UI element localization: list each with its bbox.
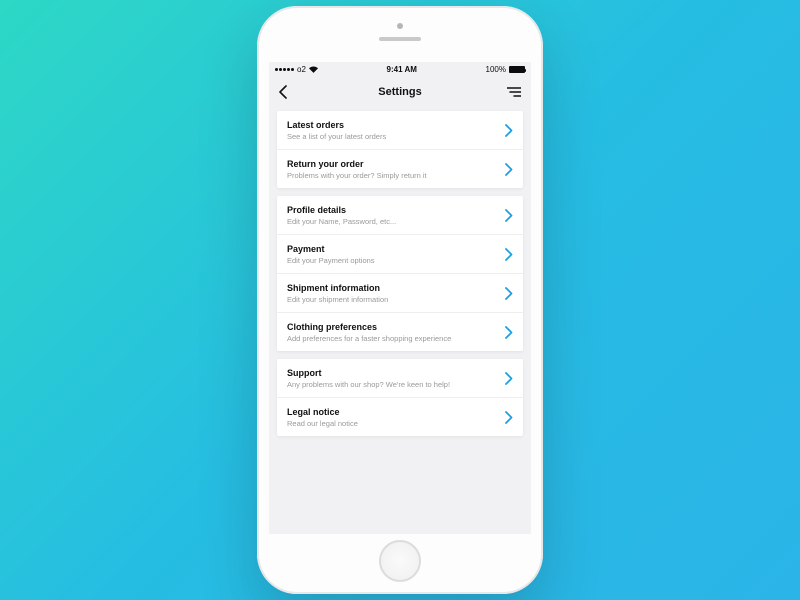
settings-group-support: Support Any problems with our shop? We'r… [277, 359, 523, 436]
filter-icon[interactable] [507, 87, 521, 97]
row-subtitle: See a list of your latest orders [287, 132, 499, 141]
row-subtitle: Any problems with our shop? We're keen t… [287, 380, 499, 389]
row-subtitle: Edit your Payment options [287, 256, 499, 265]
row-subtitle: Add preferences for a faster shopping ex… [287, 334, 499, 343]
status-time: 9:41 AM [318, 65, 486, 74]
chevron-right-icon [505, 209, 513, 222]
chevron-right-icon [505, 287, 513, 300]
chevron-right-icon [505, 326, 513, 339]
phone-speaker [379, 37, 421, 41]
nav-bar: Settings [269, 77, 531, 107]
row-legal-notice[interactable]: Legal notice Read our legal notice [277, 398, 523, 436]
row-latest-orders[interactable]: Latest orders See a list of your latest … [277, 111, 523, 150]
carrier-label: o2 [297, 65, 306, 74]
page-title: Settings [269, 86, 531, 98]
row-payment[interactable]: Payment Edit your Payment options [277, 235, 523, 274]
phone-camera [397, 23, 403, 29]
row-return-order[interactable]: Return your order Problems with your ord… [277, 150, 523, 188]
signal-dots-icon [275, 68, 294, 71]
row-subtitle: Problems with your order? Simply return … [287, 171, 499, 180]
status-right: 100% [486, 65, 525, 74]
wifi-icon [309, 66, 318, 73]
chevron-right-icon [505, 124, 513, 137]
chevron-right-icon [505, 248, 513, 261]
settings-list: Latest orders See a list of your latest … [269, 107, 531, 452]
settings-group-orders: Latest orders See a list of your latest … [277, 111, 523, 188]
settings-group-profile: Profile details Edit your Name, Password… [277, 196, 523, 351]
chevron-right-icon [505, 163, 513, 176]
battery-icon [509, 66, 525, 73]
row-title: Legal notice [287, 407, 499, 417]
row-clothing-prefs[interactable]: Clothing preferences Add preferences for… [277, 313, 523, 351]
row-support[interactable]: Support Any problems with our shop? We'r… [277, 359, 523, 398]
status-left: o2 [275, 65, 318, 74]
row-subtitle: Edit your shipment information [287, 295, 499, 304]
back-button[interactable] [279, 85, 288, 99]
row-title: Payment [287, 244, 499, 254]
row-title: Shipment information [287, 283, 499, 293]
row-title: Return your order [287, 159, 499, 169]
screen: o2 9:41 AM 100% Settings [269, 62, 531, 534]
row-title: Profile details [287, 205, 499, 215]
row-subtitle: Read our legal notice [287, 419, 499, 428]
battery-pct: 100% [486, 65, 506, 74]
row-title: Latest orders [287, 120, 499, 130]
row-shipment-info[interactable]: Shipment information Edit your shipment … [277, 274, 523, 313]
row-profile-details[interactable]: Profile details Edit your Name, Password… [277, 196, 523, 235]
phone-frame: o2 9:41 AM 100% Settings [257, 6, 543, 594]
status-bar: o2 9:41 AM 100% [269, 62, 531, 77]
row-title: Clothing preferences [287, 322, 499, 332]
row-subtitle: Edit your Name, Password, etc... [287, 217, 499, 226]
chevron-right-icon [505, 372, 513, 385]
home-button[interactable] [379, 540, 421, 582]
chevron-right-icon [505, 411, 513, 424]
row-title: Support [287, 368, 499, 378]
